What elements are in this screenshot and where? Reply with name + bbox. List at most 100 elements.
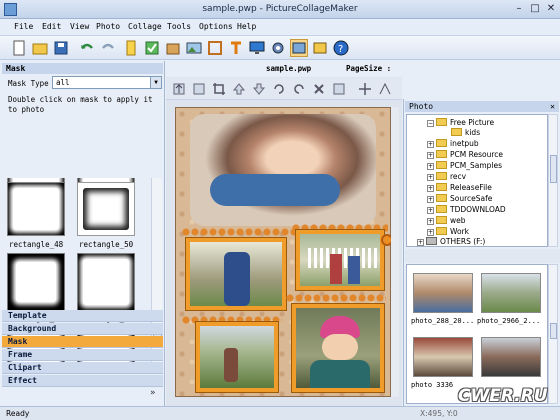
photo-girl-pink-hat[interactable]	[292, 304, 384, 392]
export-icon[interactable]	[311, 39, 329, 57]
tree-item-label: Work	[450, 227, 469, 236]
help-icon[interactable]: ?	[332, 39, 350, 57]
menu-photo[interactable]: Photo	[96, 22, 120, 31]
category-clipart[interactable]: Clipart	[2, 362, 163, 374]
menu-options[interactable]: Options	[199, 22, 233, 31]
collage-canvas[interactable]	[175, 107, 393, 397]
rotate-right-icon[interactable]	[292, 82, 306, 96]
maximize-button[interactable]: □	[528, 2, 542, 16]
check-icon[interactable]	[143, 39, 161, 57]
category-frame[interactable]: Frame	[2, 349, 163, 361]
photo-child-main[interactable]	[190, 114, 376, 226]
category-effect[interactable]: Effect	[2, 375, 163, 387]
folder-icon	[436, 150, 447, 158]
menu-file[interactable]: File	[14, 22, 33, 31]
canvas-scrollbar[interactable]	[391, 107, 399, 397]
tree-item[interactable]: + web	[427, 216, 466, 226]
text-icon[interactable]	[227, 39, 245, 57]
menu-collage[interactable]: Collage	[128, 22, 162, 31]
menu-tools[interactable]: Tools	[167, 22, 191, 31]
photo-thumbnail[interactable]	[481, 337, 541, 377]
tree-item[interactable]: + ReleaseFile	[427, 183, 492, 193]
menu-help[interactable]: Help	[237, 22, 256, 31]
undo-icon[interactable]	[78, 39, 96, 57]
bring-front-icon[interactable]	[172, 82, 186, 96]
panel-separator	[405, 249, 560, 263]
close-icon[interactable]: ✕	[550, 101, 555, 112]
preview-icon[interactable]	[290, 39, 308, 57]
tree-item[interactable]: + SourceSafe	[427, 194, 492, 204]
open-folder-icon[interactable]	[31, 39, 49, 57]
tree-item-label: OTHERS (F:)	[440, 237, 486, 246]
mask-thumb-rectangle-53[interactable]	[77, 253, 135, 311]
rotate-left-icon[interactable]	[272, 82, 286, 96]
photo-thumbnail[interactable]	[413, 273, 473, 313]
properties-icon[interactable]	[332, 82, 346, 96]
mask-thumb-rectangle-52[interactable]	[7, 253, 65, 311]
image-icon[interactable]	[185, 39, 203, 57]
frame-icon[interactable]	[206, 39, 224, 57]
redo-icon[interactable]	[99, 39, 117, 57]
page-icon[interactable]	[122, 39, 140, 57]
mask-hint: Double click on mask to apply it to phot…	[8, 95, 153, 114]
tree-item-label: recv	[450, 172, 467, 181]
delete-icon[interactable]	[312, 82, 326, 96]
crop-icon[interactable]	[212, 82, 226, 96]
mask-type-label: Mask Type	[8, 79, 49, 88]
arrow-up-icon[interactable]	[232, 82, 246, 96]
settings-icon[interactable]	[269, 39, 287, 57]
category-background[interactable]: Background	[2, 323, 163, 335]
tree-item-label: Free Picture	[450, 118, 495, 127]
photo-thumbnail[interactable]	[413, 337, 473, 377]
menu-view[interactable]: View	[70, 22, 89, 31]
panel-header: Mask	[2, 63, 163, 74]
photo-thumbnails: photo_288_20... photo_2966_2... photo 33…	[406, 264, 548, 404]
chevron-down-icon[interactable]: ▼	[150, 77, 161, 88]
move-icon[interactable]	[358, 82, 372, 96]
flower-border	[182, 228, 296, 236]
tree-item[interactable]: − Free Picture	[427, 118, 494, 128]
tree-item[interactable]: + recv	[427, 172, 466, 182]
new-file-icon[interactable]	[10, 39, 28, 57]
left-panel: Mask Mask Type all ▼ Double click on mas…	[0, 61, 165, 406]
menu-bar: File Edit View Photo Collage Tools Optio…	[0, 19, 560, 36]
tree-item-label: SourceSafe	[450, 194, 493, 203]
tree-item[interactable]: + TDDOWNLOAD	[427, 205, 506, 215]
folder-icon	[436, 194, 447, 202]
photo-thumbnail[interactable]	[481, 273, 541, 313]
mask-thumb-rectangle-50[interactable]	[77, 182, 135, 236]
monitor-icon[interactable]	[248, 39, 266, 57]
folder-icon	[436, 227, 447, 235]
tree-scrollbar[interactable]	[548, 114, 558, 247]
status-bar: Ready X:495, Y:0	[0, 406, 560, 420]
tree-item-label: PCM_Samples	[450, 161, 503, 170]
minimize-button[interactable]: –	[512, 2, 526, 16]
thumbnail-label: photo 3336	[411, 381, 454, 389]
save-icon[interactable]	[52, 39, 70, 57]
document-bar: sample.pwp PageSize : 600 x 800 px	[166, 61, 402, 89]
drive-icon	[426, 237, 437, 245]
menu-edit[interactable]: Edit	[42, 22, 61, 31]
tree-item[interactable]: kids	[451, 128, 480, 138]
category-template[interactable]: Template	[2, 310, 163, 322]
send-back-icon[interactable]	[192, 82, 206, 96]
photo-kids-group[interactable]	[296, 230, 384, 290]
chevron-double-icon[interactable]: »	[150, 388, 156, 398]
photo-child-walking[interactable]	[186, 238, 286, 310]
tree-item[interactable]: + Work	[427, 227, 469, 237]
category-mask[interactable]: Mask	[2, 336, 163, 348]
tree-item[interactable]: + PCM Resource	[427, 150, 503, 160]
thumbnail-scrollbar[interactable]	[548, 264, 558, 404]
window-title: sample.pwp - PictureCollageMaker	[202, 4, 358, 14]
tree-item[interactable]: + PCM_Samples	[427, 161, 502, 171]
folder-icon	[436, 183, 447, 191]
flip-icon[interactable]	[378, 82, 392, 96]
photo-boy-field[interactable]	[196, 322, 278, 392]
tree-item[interactable]: + OTHERS (F:)	[417, 237, 486, 246]
photo-box-icon[interactable]	[164, 39, 182, 57]
close-button[interactable]: ✕	[544, 2, 558, 16]
mask-type-select[interactable]: all ▼	[52, 76, 162, 89]
tree-item[interactable]: + inetpub	[427, 139, 479, 149]
mask-thumb-rectangle-48[interactable]	[7, 182, 65, 236]
arrow-down-icon[interactable]	[252, 82, 266, 96]
